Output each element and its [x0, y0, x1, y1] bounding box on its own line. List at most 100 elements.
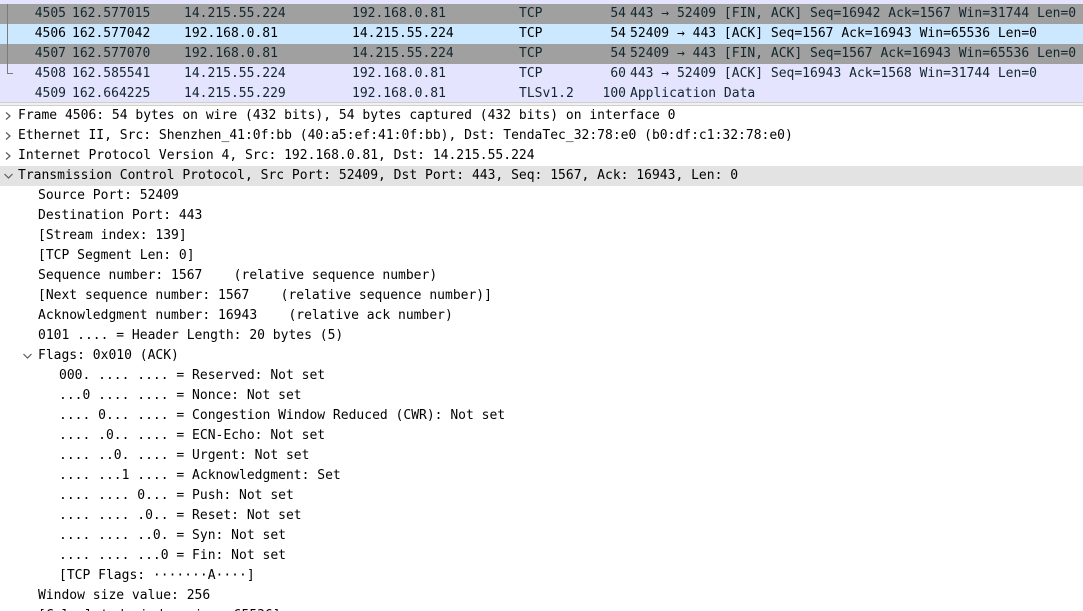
tree-field-row[interactable]: [Calculated window size: 65536] — [0, 606, 1083, 611]
tree-row-label: Internet Protocol Version 4, Src: 192.16… — [18, 148, 535, 163]
tree-row-label: ...0 .... .... = Nonce: Not set — [59, 388, 302, 403]
packet-info-cell: 443 → 52409 [ACK] Seq=16943 Ack=1568 Win… — [630, 66, 1037, 81]
tree-row-label: Transmission Control Protocol, Src Port:… — [18, 168, 739, 183]
packet-info-cell: 443 → 52409 [FIN, ACK] Seq=16942 Ack=156… — [630, 6, 1077, 21]
tree-row-label: [Calculated window size: 65536] — [38, 606, 281, 611]
tree-row-label: 0101 .... = Header Length: 20 bytes (5) — [38, 328, 344, 343]
chevron-right-icon[interactable] — [2, 106, 16, 126]
chevron-down-icon[interactable] — [21, 346, 35, 366]
packet-destination-cell: 192.168.0.81 — [352, 6, 446, 21]
packet-length-cell: 54 — [610, 26, 626, 41]
packet-source-cell: 14.215.55.224 — [184, 6, 286, 21]
tree-row-label: .... .0.. .... = ECN-Echo: Not set — [59, 428, 326, 443]
tree-node-row[interactable]: Ethernet II, Src: Shenzhen_41:0f:bb (40:… — [0, 126, 1083, 146]
packet-length-cell: 100 — [602, 86, 626, 101]
packet-row[interactable]: 4505 162.577015 14.215.55.224 192.168.0.81 T… — [0, 4, 1083, 24]
packet-destination-cell: 192.168.0.81 — [352, 86, 446, 101]
packet-source-cell: 192.168.0.81 — [184, 46, 278, 61]
packet-source-cell: 14.215.55.229 — [184, 86, 286, 101]
packet-destination-cell: 14.215.55.224 — [352, 26, 454, 41]
related-packet-line — [7, 4, 8, 24]
tree-node-row[interactable]: Internet Protocol Version 4, Src: 192.16… — [0, 146, 1083, 166]
tree-field-row[interactable]: .... ..0. .... = Urgent: Not set — [0, 446, 1083, 466]
packet-time-cell: 162.585541 — [72, 66, 151, 81]
chevron-down-icon[interactable] — [2, 166, 16, 186]
packet-number-cell: 4505 — [34, 6, 66, 21]
tree-row-label: .... .... ...0 = Fin: Not set — [59, 548, 286, 563]
packet-length-cell: 54 — [610, 46, 626, 61]
tree-node-row[interactable]: Flags: 0x010 (ACK) — [0, 346, 1083, 366]
packet-protocol-cell: TCP — [519, 46, 543, 61]
packet-info-cell: 52409 → 443 [FIN, ACK] Seq=1567 Ack=1694… — [630, 46, 1077, 61]
tree-row-label: Source Port: 52409 — [38, 188, 179, 203]
tree-field-row[interactable]: .... .... ..0. = Syn: Not set — [0, 526, 1083, 546]
tree-row-label: Frame 4506: 54 bytes on wire (432 bits),… — [18, 108, 676, 123]
tree-field-row[interactable]: .... .... 0... = Push: Not set — [0, 486, 1083, 506]
tree-field-row[interactable]: .... 0... .... = Congestion Window Reduc… — [0, 406, 1083, 426]
chevron-right-icon[interactable] — [2, 126, 16, 146]
packet-info-cell: Application Data — [630, 86, 756, 101]
tree-field-row[interactable]: Source Port: 52409 — [0, 186, 1083, 206]
packet-source-cell: 14.215.55.224 — [184, 66, 286, 81]
packet-row-selected[interactable]: 4506 162.577042 192.168.0.81 14.215.55.224 T… — [0, 24, 1083, 44]
packet-protocol-cell: TLSv1.2 — [519, 86, 574, 101]
tree-row-label: 000. .... .... = Reserved: Not set — [59, 368, 326, 383]
tree-node-row[interactable]: Transmission Control Protocol, Src Port:… — [0, 166, 1083, 186]
tree-row-label: .... ...1 .... = Acknowledgment: Set — [59, 468, 341, 483]
related-packet-line — [7, 44, 8, 64]
tree-row-label: [Stream index: 139] — [38, 228, 187, 243]
tree-row-label: Flags: 0x010 (ACK) — [38, 348, 179, 363]
tree-field-row[interactable]: 000. .... .... = Reserved: Not set — [0, 366, 1083, 386]
tree-field-row[interactable]: [TCP Flags: ·······A····] — [0, 566, 1083, 586]
packet-protocol-cell: TCP — [519, 6, 543, 21]
tree-field-row[interactable]: .... .0.. .... = ECN-Echo: Not set — [0, 426, 1083, 446]
tree-row-label: Acknowledgment number: 16943 (relative a… — [38, 308, 453, 323]
tree-row-label: .... .... ..0. = Syn: Not set — [59, 528, 286, 543]
tree-field-row[interactable]: Acknowledgment number: 16943 (relative a… — [0, 306, 1083, 326]
packet-length-cell: 60 — [610, 66, 626, 81]
packet-list-rows: 4504162.576993192.168.0.8114.215.55.224T… — [0, 0, 1083, 102]
packet-source-cell: 192.168.0.81 — [184, 26, 278, 41]
tree-row-label: .... .... .0.. = Reset: Not set — [59, 508, 302, 523]
tree-field-row[interactable]: .... ...1 .... = Acknowledgment: Set — [0, 466, 1083, 486]
tree-field-row[interactable]: Destination Port: 443 — [0, 206, 1083, 226]
tree-node-row[interactable]: Frame 4506: 54 bytes on wire (432 bits),… — [0, 106, 1083, 126]
packet-number-cell: 4507 — [34, 46, 66, 61]
packet-number-cell: 4509 — [34, 86, 66, 101]
tree-field-row[interactable]: Window size value: 256 — [0, 586, 1083, 606]
packet-protocol-cell: TCP — [519, 66, 543, 81]
tree-row-label: Ethernet II, Src: Shenzhen_41:0f:bb (40:… — [18, 128, 793, 143]
packet-number-cell: 4508 — [34, 66, 66, 81]
tree-row-label: Destination Port: 443 — [38, 208, 203, 223]
packet-protocol-cell: TCP — [519, 26, 543, 41]
packet-time-cell: 162.664225 — [72, 86, 151, 101]
packet-destination-cell: 192.168.0.81 — [352, 66, 446, 81]
tree-row-label: Window size value: 256 — [38, 588, 211, 603]
packet-details-pane[interactable]: Frame 4506: 54 bytes on wire (432 bits),… — [0, 106, 1083, 611]
packet-number-cell: 4506 — [34, 26, 66, 41]
tree-row-label: [Next sequence number: 1567 (relative se… — [38, 288, 492, 303]
tree-row-label: .... ..0. .... = Urgent: Not set — [59, 448, 310, 463]
tree-field-row[interactable]: .... .... ...0 = Fin: Not set — [0, 546, 1083, 566]
tree-row-label: .... 0... .... = Congestion Window Reduc… — [59, 408, 506, 423]
tree-field-row[interactable]: Sequence number: 1567 (relative sequence… — [0, 266, 1083, 286]
tree-row-label: [TCP Flags: ·······A····] — [59, 568, 255, 583]
packet-info-cell: 52409 → 443 [ACK] Seq=1567 Ack=16943 Win… — [630, 26, 1037, 41]
packet-time-cell: 162.577042 — [72, 26, 151, 41]
tree-field-row[interactable]: .... .... .0.. = Reset: Not set — [0, 506, 1083, 526]
tree-row-label: .... .... 0... = Push: Not set — [59, 488, 294, 503]
packet-row[interactable]: 4509 162.664225 14.215.55.229 192.168.0.81 T… — [0, 84, 1083, 102]
packet-row[interactable]: 4507 162.577070 192.168.0.81 14.215.55.224 T… — [0, 44, 1083, 64]
packet-list-pane[interactable]: 4504162.576993192.168.0.8114.215.55.224T… — [0, 0, 1083, 102]
packet-time-cell: 162.577015 — [72, 6, 151, 21]
packet-row[interactable]: 4508 162.585541 14.215.55.224 192.168.0.81 T… — [0, 64, 1083, 84]
tree-field-row[interactable]: [Stream index: 139] — [0, 226, 1083, 246]
tree-field-row[interactable]: ...0 .... .... = Nonce: Not set — [0, 386, 1083, 406]
chevron-right-icon[interactable] — [2, 146, 16, 166]
related-packet-line — [7, 24, 8, 44]
packet-time-cell: 162.577070 — [72, 46, 151, 61]
tree-field-row[interactable]: [TCP Segment Len: 0] — [0, 246, 1083, 266]
tree-field-row[interactable]: 0101 .... = Header Length: 20 bytes (5) — [0, 326, 1083, 346]
tree-field-row[interactable]: [Next sequence number: 1567 (relative se… — [0, 286, 1083, 306]
related-packet-elbow — [7, 73, 13, 74]
